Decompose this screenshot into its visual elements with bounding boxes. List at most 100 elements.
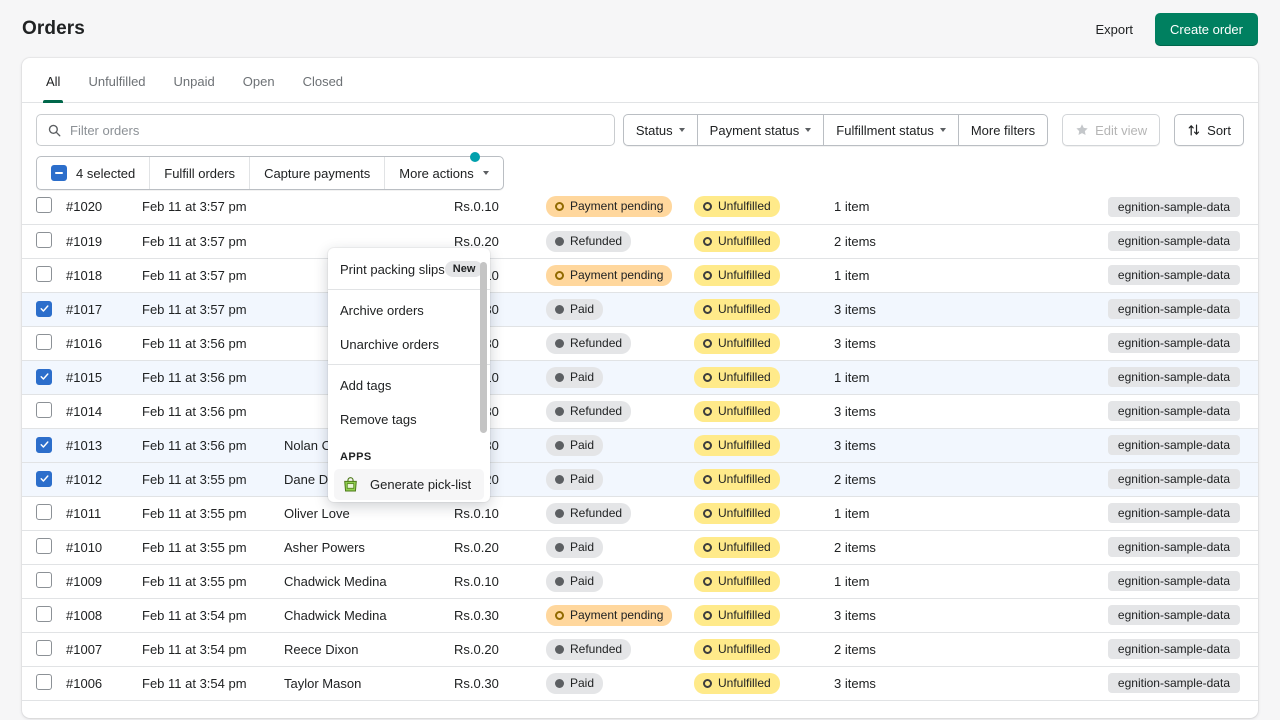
row-checkbox[interactable]: [36, 605, 52, 622]
order-id[interactable]: #1006: [60, 666, 136, 700]
row-checkbox[interactable]: [36, 470, 52, 487]
row-checkbox[interactable]: [36, 436, 52, 453]
more-actions-button[interactable]: More actions: [385, 157, 502, 189]
row-checkbox-cell[interactable]: [22, 258, 60, 292]
order-id[interactable]: #1019: [60, 224, 136, 258]
fulfillment-status-cell: Unfulfilled: [688, 462, 828, 496]
table-row[interactable]: #1019 Feb 11 at 3:57 pm Rs.0.20 Refunded Unf…: [22, 224, 1258, 258]
capture-payments-button[interactable]: Capture payments: [250, 157, 386, 189]
table-row[interactable]: #1007 Feb 11 at 3:54 pm Reece Dixon Rs.0.20…: [22, 632, 1258, 666]
tab-open[interactable]: Open: [229, 74, 289, 102]
table-row[interactable]: #1017Feb 11 at 3:57 pmRs.0.30PaidUnfulfi…: [22, 292, 1258, 326]
row-checkbox[interactable]: [36, 537, 52, 554]
row-checkbox[interactable]: [36, 571, 52, 588]
row-checkbox-cell[interactable]: [22, 530, 60, 564]
row-checkbox-cell[interactable]: [22, 632, 60, 666]
select-all-checkbox-button[interactable]: 4 selected: [37, 157, 151, 189]
order-id[interactable]: #1018: [60, 258, 136, 292]
apps-section-label: APPS: [340, 451, 372, 463]
row-checkbox-cell[interactable]: [22, 292, 60, 326]
order-id[interactable]: #1008: [60, 598, 136, 632]
row-checkbox-cell[interactable]: [22, 394, 60, 428]
order-items-count: 3 items: [834, 335, 876, 351]
row-checkbox-cell[interactable]: [22, 666, 60, 700]
row-checkbox[interactable]: [36, 300, 52, 317]
table-row[interactable]: #1008 Feb 11 at 3:54 pm Chadwick Medina Rs.…: [22, 598, 1258, 632]
selected-count-label: 4 selected: [76, 165, 136, 181]
dropdown-item-add-tags[interactable]: Add tags: [328, 368, 490, 402]
row-checkbox-cell[interactable]: [22, 428, 60, 462]
table-row[interactable]: #1006 Feb 11 at 3:54 pm Taylor Mason Rs.0.3…: [22, 666, 1258, 700]
generate-pick-list-item[interactable]: Generate pick-list: [334, 469, 484, 500]
filter-fulfillment-status-button[interactable]: Fulfillment status: [823, 114, 958, 146]
sort-button[interactable]: Sort: [1174, 114, 1244, 146]
dropdown-scrollbar[interactable]: [480, 262, 487, 433]
row-checkbox[interactable]: [36, 503, 52, 520]
order-id[interactable]: #1012: [60, 462, 136, 496]
filter-payment-status-button[interactable]: Payment status: [696, 114, 824, 146]
create-order-button[interactable]: Create order: [1155, 12, 1258, 46]
table-row[interactable]: #1013Feb 11 at 3:56 pmNolan CollinsRs.0.…: [22, 428, 1258, 462]
order-id[interactable]: #1011: [60, 496, 136, 530]
payment-status-badge-label: Paid: [570, 301, 595, 316]
edit-view-button[interactable]: Edit view: [1062, 114, 1161, 146]
order-tags-cell: egnition-sample-data: [938, 632, 1258, 666]
order-id[interactable]: #1020: [60, 190, 136, 224]
search-input[interactable]: [70, 122, 604, 138]
fulfill-orders-button[interactable]: Fulfill orders: [150, 157, 251, 189]
order-items-count: 2 items: [834, 233, 876, 249]
row-checkbox[interactable]: [36, 231, 52, 248]
tab-unfulfilled[interactable]: Unfulfilled: [74, 74, 159, 102]
order-id[interactable]: #1013: [60, 428, 136, 462]
table-row[interactable]: #1014Feb 11 at 3:56 pmRs.0.30RefundedUnf…: [22, 394, 1258, 428]
orders-table: #1020 Feb 11 at 3:57 pm Rs.0.10 Payment pen…: [22, 190, 1258, 701]
tab-closed[interactable]: Closed: [289, 74, 357, 102]
row-checkbox[interactable]: [36, 333, 52, 350]
table-row[interactable]: #1009 Feb 11 at 3:55 pm Chadwick Medina Rs.…: [22, 564, 1258, 598]
row-checkbox-cell[interactable]: [22, 564, 60, 598]
row-checkbox-cell[interactable]: [22, 190, 60, 224]
table-row[interactable]: #1016Feb 11 at 3:56 pmRs.0.30RefundedUnf…: [22, 326, 1258, 360]
tab-all[interactable]: All: [32, 74, 74, 103]
order-id[interactable]: #1015: [60, 360, 136, 394]
table-row[interactable]: #1011 Feb 11 at 3:55 pm Oliver Love Rs.0.10…: [22, 496, 1258, 530]
dropdown-item-print-packing-slips[interactable]: Print packing slips New: [328, 252, 490, 286]
table-row[interactable]: #1010 Feb 11 at 3:55 pm Asher Powers Rs.0.2…: [22, 530, 1258, 564]
table-row[interactable]: #1012Feb 11 at 3:55 pmDane DanielsRs.0.2…: [22, 462, 1258, 496]
dropdown-item-unarchive-orders[interactable]: Unarchive orders: [328, 327, 490, 361]
row-checkbox-cell[interactable]: [22, 496, 60, 530]
row-checkbox[interactable]: [36, 197, 52, 214]
row-checkbox-cell[interactable]: [22, 326, 60, 360]
row-checkbox-cell[interactable]: [22, 224, 60, 258]
order-id[interactable]: #1009: [60, 564, 136, 598]
row-checkbox[interactable]: [36, 368, 52, 385]
order-id[interactable]: #1016: [60, 326, 136, 360]
row-checkbox[interactable]: [36, 639, 52, 656]
row-checkbox-cell[interactable]: [22, 360, 60, 394]
select-all-checkbox[interactable]: [51, 165, 67, 181]
payment-status-badge-label: Paid: [570, 573, 595, 588]
search-box[interactable]: [36, 114, 615, 146]
filter-status-button[interactable]: Status: [622, 114, 697, 146]
table-row[interactable]: #1015Feb 11 at 3:56 pmRs.0.10PaidUnfulfi…: [22, 360, 1258, 394]
tab-unpaid[interactable]: Unpaid: [160, 74, 229, 102]
filter-more-filters-button[interactable]: More filters: [957, 114, 1049, 146]
payment-status-badge-label: Payment pending: [570, 199, 664, 214]
order-id[interactable]: #1007: [60, 632, 136, 666]
row-checkbox[interactable]: [36, 401, 52, 418]
table-row[interactable]: #1020 Feb 11 at 3:57 pm Rs.0.10 Payment pen…: [22, 190, 1258, 224]
sort-arrows-icon: [1188, 124, 1200, 136]
order-id[interactable]: #1017: [60, 292, 136, 326]
row-checkbox-cell[interactable]: [22, 598, 60, 632]
row-checkbox[interactable]: [36, 265, 52, 282]
order-id[interactable]: #1014: [60, 394, 136, 428]
filter-button-group: Status Payment status Fulfillment status Mo…: [622, 114, 1049, 146]
dropdown-item-remove-tags[interactable]: Remove tags: [328, 402, 490, 436]
order-total: Rs.0.30: [454, 607, 499, 623]
export-button[interactable]: Export: [1087, 16, 1141, 43]
order-id[interactable]: #1010: [60, 530, 136, 564]
row-checkbox[interactable]: [36, 673, 52, 690]
table-row[interactable]: #1018Feb 11 at 3:57 pmRs.0.10Payment pen…: [22, 258, 1258, 292]
row-checkbox-cell[interactable]: [22, 462, 60, 496]
dropdown-item-archive-orders[interactable]: Archive orders: [328, 293, 490, 327]
